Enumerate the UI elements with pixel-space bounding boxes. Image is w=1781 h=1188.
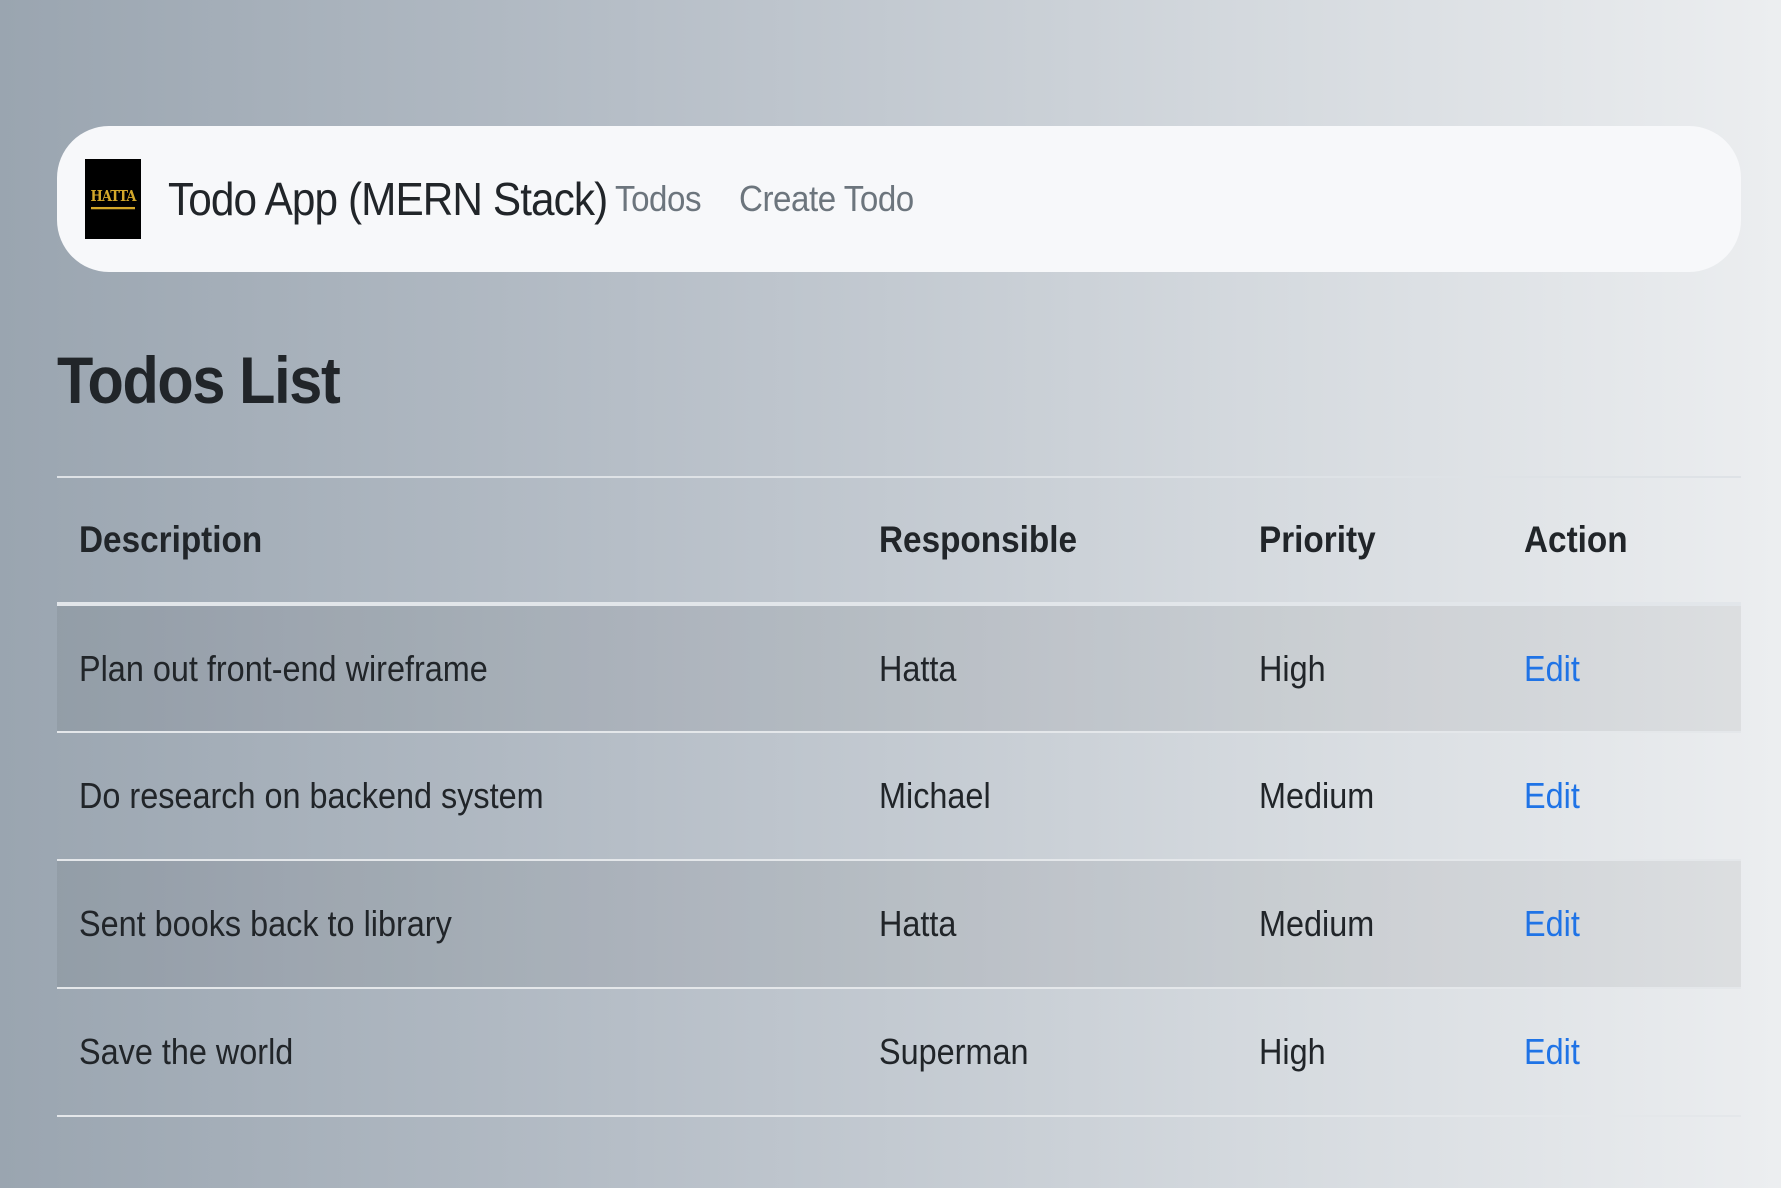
cell-description: Sent books back to library — [79, 903, 452, 944]
page-title: Todos List — [57, 343, 341, 417]
table-body: Plan out front-end wireframe Hatta High … — [57, 604, 1741, 1116]
cell-action: Edit — [1502, 732, 1741, 860]
navbar: HATTA Todo App (MERN Stack) Todos Create… — [57, 126, 1741, 272]
brand-logo-text: HATTA — [90, 189, 136, 209]
cell-responsible: Superman — [879, 1031, 1029, 1072]
nav-links: Todos Create Todo — [615, 126, 959, 272]
table-row: Sent books back to library Hatta Medium … — [57, 860, 1741, 988]
cell-description: Save the world — [79, 1031, 294, 1072]
cell-description: Plan out front-end wireframe — [79, 647, 488, 689]
cell-priority: High — [1259, 647, 1326, 689]
table-row: Plan out front-end wireframe Hatta High … — [57, 604, 1741, 732]
cell-description: Do research on backend system — [79, 775, 544, 816]
cell-priority: High — [1259, 1031, 1326, 1072]
edit-link[interactable]: Edit — [1524, 1031, 1580, 1073]
brand-logo[interactable]: HATTA — [85, 159, 141, 239]
cell-responsible: Hatta — [879, 647, 957, 689]
cell-responsible: Hatta — [879, 903, 957, 944]
cell-action: Edit — [1502, 604, 1741, 732]
table-row: Save the world Superman High Edit — [57, 988, 1741, 1116]
app-brand-title[interactable]: Todo App (MERN Stack) — [168, 172, 608, 226]
table-header: Description Responsible Priority Action — [57, 477, 1741, 604]
edit-link[interactable]: Edit — [1524, 648, 1580, 690]
column-header-description: Description — [79, 519, 263, 560]
cell-action: Edit — [1502, 988, 1741, 1116]
column-header-responsible: Responsible — [879, 519, 1077, 560]
edit-link[interactable]: Edit — [1524, 775, 1580, 817]
cell-responsible: Michael — [879, 775, 991, 816]
table-header-row: Description Responsible Priority Action — [57, 477, 1741, 604]
column-header-action: Action — [1524, 519, 1628, 560]
edit-link[interactable]: Edit — [1524, 903, 1580, 945]
cell-action: Edit — [1502, 860, 1741, 988]
nav-link-create-todo[interactable]: Create Todo — [739, 178, 914, 220]
nav-link-todos[interactable]: Todos — [615, 178, 702, 220]
todos-table: Description Responsible Priority Action … — [57, 476, 1741, 1117]
column-header-priority: Priority — [1259, 519, 1376, 560]
table-row: Do research on backend system Michael Me… — [57, 732, 1741, 860]
cell-priority: Medium — [1259, 775, 1375, 816]
cell-priority: Medium — [1259, 903, 1375, 944]
